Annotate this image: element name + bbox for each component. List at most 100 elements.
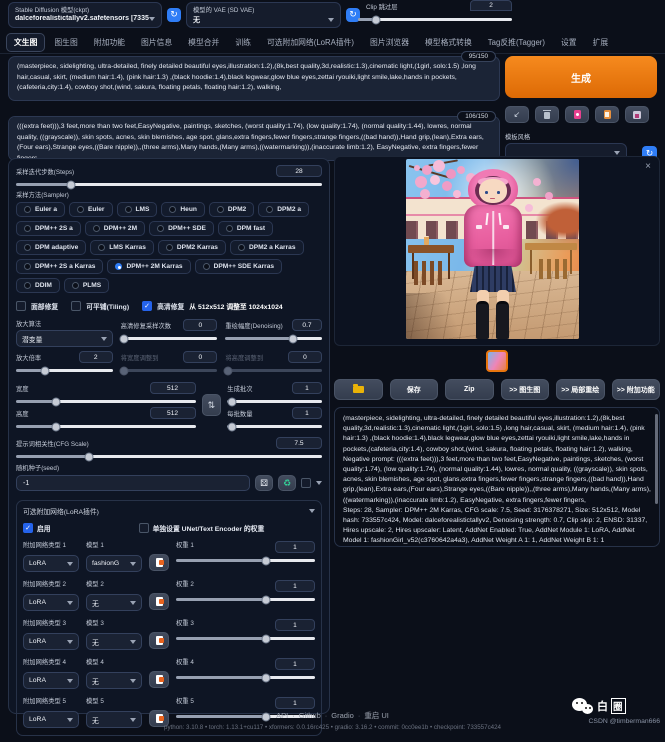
send-to-inpaint-button[interactable]: >> 局部重绘 xyxy=(556,379,605,400)
checkpoint-select[interactable]: Stable Diffusion 模型(ckpt) dalceforealist… xyxy=(8,2,162,28)
resize-height-slider[interactable] xyxy=(225,369,322,372)
extra-seed-checkbox[interactable] xyxy=(301,478,311,488)
tab-model-converter[interactable]: 模型格式转换 xyxy=(418,34,479,51)
lora-type-dropdown[interactable]: LoRA xyxy=(23,633,79,650)
negative-prompt-input[interactable]: (((extra feet))),3 feet,more than two fe… xyxy=(8,116,500,161)
cfg-scale-slider[interactable] xyxy=(16,455,322,458)
sampler-option[interactable]: PLMS xyxy=(64,278,109,293)
tiling-checkbox[interactable] xyxy=(71,301,81,311)
tab-tagger[interactable]: Tag反推(Tagger) xyxy=(481,34,552,51)
footer-link-reload-ui[interactable]: 重启 UI xyxy=(364,711,389,720)
denoising-value[interactable]: 0.7 xyxy=(292,319,322,331)
lora-metadata-button[interactable] xyxy=(149,554,169,571)
generated-image[interactable] xyxy=(406,159,579,339)
footer-link-gradio[interactable]: Gradio xyxy=(331,711,364,720)
lora-weight-value[interactable]: 1 xyxy=(275,697,315,709)
sampler-option[interactable]: DPM++ SDE xyxy=(149,221,214,236)
lora-type-dropdown[interactable]: LoRA xyxy=(23,672,79,689)
seed-input[interactable] xyxy=(16,475,250,491)
batch-size-slider[interactable] xyxy=(227,425,322,428)
lora-weight-value[interactable]: 1 xyxy=(275,541,315,553)
hires-steps-slider[interactable] xyxy=(121,337,218,340)
upscaler-dropdown[interactable]: 潜变量 xyxy=(16,330,113,347)
footer-link-github[interactable]: Github xyxy=(299,711,332,720)
lora-model-dropdown[interactable]: 无 xyxy=(86,594,142,611)
sampler-option[interactable]: DPM adaptive xyxy=(16,240,86,255)
lora-separate-weights-checkbox[interactable] xyxy=(139,523,149,533)
zip-button[interactable]: Zip xyxy=(445,379,494,400)
sampler-option[interactable]: DPM2 a Karras xyxy=(230,240,304,255)
close-gallery-icon[interactable]: × xyxy=(645,161,651,172)
sampler-option[interactable]: Euler xyxy=(69,202,113,217)
batch-size-value[interactable]: 1 xyxy=(292,407,322,419)
sampler-option[interactable]: LMS Karras xyxy=(90,240,154,255)
sampler-option[interactable]: DPM2 Karras xyxy=(158,240,226,255)
hires-steps-value[interactable]: 0 xyxy=(183,319,217,331)
tab-extensions[interactable]: 扩展 xyxy=(586,34,616,51)
send-to-img2img-button[interactable]: >> 图生图 xyxy=(501,379,550,400)
lora-weight-slider[interactable] xyxy=(176,559,315,562)
info-scrollbar[interactable] xyxy=(655,414,658,504)
lora-weight-value[interactable]: 1 xyxy=(275,658,315,670)
random-seed-button[interactable]: ⚄ xyxy=(255,475,273,491)
send-to-extras-button[interactable]: >> 附加功能 xyxy=(612,379,661,400)
clear-prompt-button[interactable] xyxy=(535,106,559,123)
cfg-scale-value[interactable]: 7.5 xyxy=(276,437,322,449)
gallery-thumbnail[interactable] xyxy=(486,350,508,372)
width-value[interactable]: 512 xyxy=(150,382,196,394)
tab-txt2img[interactable]: 文生图 xyxy=(6,33,45,52)
hires-fix-checkbox[interactable]: ✓ xyxy=(142,301,152,311)
refresh-checkpoint-button[interactable]: ↻ xyxy=(167,8,181,22)
clip-skip-value[interactable]: 2 xyxy=(470,0,512,11)
lora-weight-slider[interactable] xyxy=(176,637,315,640)
reuse-seed-button[interactable]: ♻ xyxy=(278,475,296,491)
lora-enable-checkbox[interactable]: ✓ xyxy=(23,523,33,533)
lora-model-dropdown[interactable]: 无 xyxy=(86,633,142,650)
upscale-by-slider[interactable] xyxy=(16,369,113,372)
sampler-option[interactable]: DPM++ SDE Karras xyxy=(195,259,282,274)
tab-checkpoint-merger[interactable]: 模型合并 xyxy=(181,34,226,51)
tab-png-info[interactable]: 图片信息 xyxy=(134,34,179,51)
sampler-option[interactable]: DPM++ 2S a xyxy=(16,221,81,236)
generate-button[interactable]: 生成 xyxy=(505,56,657,98)
lora-type-dropdown[interactable]: LoRA xyxy=(23,594,79,611)
height-value[interactable]: 512 xyxy=(150,407,196,419)
lora-type-dropdown[interactable]: LoRA xyxy=(23,555,79,572)
lora-weight-value[interactable]: 1 xyxy=(275,619,315,631)
sampler-option[interactable]: DPM fast xyxy=(218,221,273,236)
steps-slider[interactable] xyxy=(16,183,322,186)
width-slider[interactable] xyxy=(16,400,196,403)
lora-metadata-button[interactable] xyxy=(149,671,169,688)
apply-style-button[interactable] xyxy=(595,106,619,123)
vae-select[interactable]: 模型的 VAE (SD VAE) 无 xyxy=(186,2,341,28)
lora-metadata-button[interactable] xyxy=(149,632,169,649)
tab-settings[interactable]: 设置 xyxy=(554,34,584,51)
footer-link-api[interactable]: API xyxy=(276,711,299,720)
lora-model-dropdown[interactable]: fashionG xyxy=(86,555,142,572)
swap-dimensions-button[interactable]: ⇅ xyxy=(202,394,222,416)
sampler-option[interactable]: Euler a xyxy=(16,202,65,217)
sampler-option[interactable]: DPM2 xyxy=(209,202,254,217)
tab-image-browser[interactable]: 图片浏览器 xyxy=(363,34,416,51)
resize-height-value[interactable]: 0 xyxy=(288,351,322,363)
resize-width-value[interactable]: 0 xyxy=(183,351,217,363)
height-slider[interactable] xyxy=(16,425,196,428)
steps-value[interactable]: 28 xyxy=(276,165,322,177)
tab-additional-networks[interactable]: 可选附加网络(LoRA插件) xyxy=(260,34,361,51)
prompt-input[interactable]: (masterpiece, sidelighting, ultra-detail… xyxy=(8,56,500,101)
sampler-option-selected[interactable]: DPM++ 2M Karras xyxy=(107,259,190,274)
resize-width-slider[interactable] xyxy=(121,369,218,372)
lora-model-dropdown[interactable]: 无 xyxy=(86,672,142,689)
open-folder-button[interactable] xyxy=(334,379,383,400)
save-image-button[interactable]: 保存 xyxy=(390,379,439,400)
tab-img2img[interactable]: 图生图 xyxy=(47,34,84,51)
tab-train[interactable]: 训练 xyxy=(228,34,258,51)
lora-weight-value[interactable]: 1 xyxy=(275,580,315,592)
seed-options-caret-icon[interactable] xyxy=(316,481,322,485)
save-style-button[interactable] xyxy=(625,106,649,123)
sampler-option[interactable]: DPM2 a xyxy=(258,202,309,217)
lora-weight-slider[interactable] xyxy=(176,598,315,601)
upscale-by-value[interactable]: 2 xyxy=(79,351,113,363)
sampler-option[interactable]: LMS xyxy=(117,202,158,217)
sampler-option[interactable]: DDIM xyxy=(16,278,60,293)
